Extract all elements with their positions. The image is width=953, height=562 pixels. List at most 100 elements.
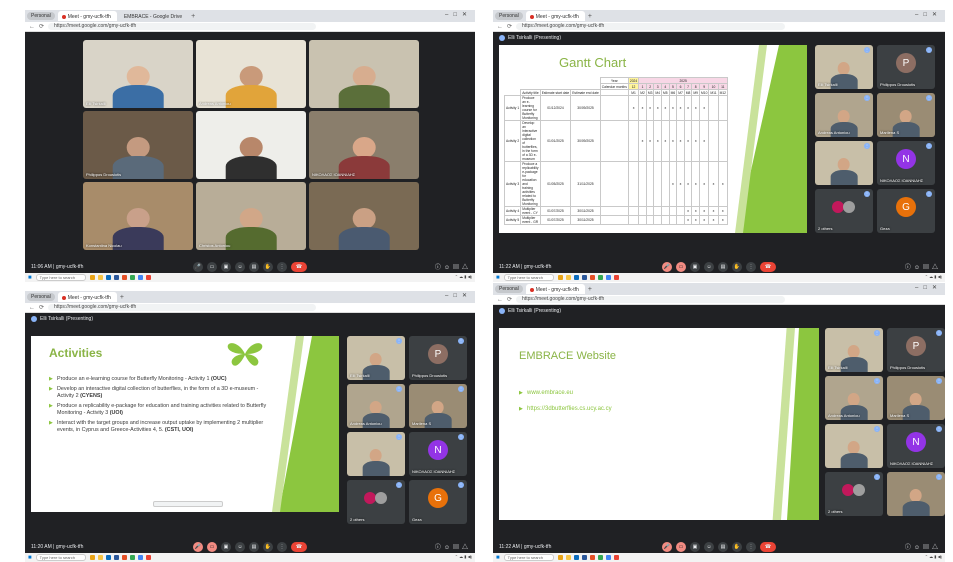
profile-button[interactable]: Personal [495, 12, 523, 20]
windows-start-icon[interactable]: ■ [496, 275, 500, 281]
more-icon[interactable]: ⋮ [277, 262, 287, 272]
mic-icon[interactable]: 🎤 [193, 542, 203, 552]
mic-icon[interactable]: 🎤 [662, 262, 672, 272]
new-tab-icon[interactable]: + [191, 13, 195, 20]
video-tile[interactable]: Andreas Antoniou [196, 40, 306, 108]
video-tile[interactable]: ΝΙΚΟΛΑΟΣ ΙΟΑΝΝΙΔΗΣ [309, 111, 419, 179]
camera-icon[interactable]: ▭ [676, 542, 686, 552]
tile-menu-icon[interactable]: ⋮ [864, 191, 870, 197]
participant-tile[interactable]: ⋮ Elli Tsirkalli [347, 336, 405, 380]
url-field[interactable]: https://meet.google.com/gmy-ucfk-tfh [516, 23, 785, 30]
new-tab-icon[interactable]: + [588, 286, 592, 293]
hand-icon[interactable]: ✋ [263, 262, 273, 272]
participant-tile[interactable]: ⋮ Elli Tsirkalli [825, 328, 883, 372]
tile-menu-icon[interactable]: ⋮ [396, 386, 402, 392]
tile-menu-icon[interactable]: ⋮ [926, 191, 932, 197]
hand-icon[interactable]: ✋ [732, 262, 742, 272]
windows-start-icon[interactable]: ■ [496, 555, 500, 561]
captions-icon[interactable]: ▤ [718, 262, 728, 272]
window-controls[interactable]: –□✕ [915, 11, 942, 18]
meet-side-controls[interactable]: ⓘ☺▤△ [435, 542, 471, 551]
participant-tile[interactable]: ⋮ [347, 432, 405, 476]
leave-call-button[interactable]: ☎ [291, 542, 307, 552]
meet-side-controls[interactable]: ⓘ☺▤△ [905, 542, 941, 551]
participant-tile[interactable]: G ⋮ Geza [409, 480, 467, 524]
video-tile[interactable]: Elli Tsirkalli [83, 40, 193, 108]
participant-tile[interactable]: ⋮ Andreas Antoniou [825, 376, 883, 420]
profile-button[interactable]: Personal [27, 12, 55, 20]
tile-menu-icon[interactable]: ⋮ [926, 143, 932, 149]
url-field[interactable]: https://meet.google.com/gmy-ucfk-tfh [48, 23, 316, 30]
captions-icon[interactable]: ▤ [249, 262, 259, 272]
tile-menu-icon[interactable]: ⋮ [864, 143, 870, 149]
system-tray[interactable]: ⌃ ☁ ▮ ◀) [455, 274, 472, 279]
tab-drive[interactable]: EMBRACE - Google Drive [120, 11, 188, 21]
emoji-icon[interactable]: ☺ [235, 542, 245, 552]
video-tile[interactable]: Christos Antoniou [196, 182, 306, 250]
mic-icon[interactable]: 🎤 [662, 542, 672, 552]
captions-icon[interactable]: ▤ [249, 542, 259, 552]
tile-menu-icon[interactable]: ⋮ [936, 474, 942, 480]
more-icon[interactable]: ⋮ [746, 262, 756, 272]
present-icon[interactable]: ▣ [221, 262, 231, 272]
tab-meet[interactable]: Meet - gmy-ucfk-tfh [525, 284, 585, 294]
participant-tile[interactable]: N ⋮ ΝΙΚΟΛΑΟΣ ΙΟΑΝΝΙΔΗΣ [887, 424, 945, 468]
participant-tile[interactable]: G ⋮ Geza [877, 189, 935, 233]
taskbar-search[interactable]: Type here to search [35, 274, 86, 281]
participant-tile[interactable]: ⋮ Andreas Antoniou [815, 93, 873, 137]
meet-side-controls[interactable]: ⓘ☺▤△ [905, 262, 941, 271]
tile-menu-icon[interactable]: ⋮ [458, 482, 464, 488]
participant-tile[interactable]: ⋮ [825, 424, 883, 468]
tab-meet[interactable]: Meet - gmy-ucfk-tfh [525, 11, 585, 21]
participant-tile[interactable]: N ⋮ ΝΙΚΟΛΑΟΣ ΙΟΑΝΝΙΔΗΣ [409, 432, 467, 476]
captions-icon[interactable]: ▤ [718, 542, 728, 552]
tile-menu-icon[interactable]: ⋮ [874, 426, 880, 432]
taskbar-apps[interactable] [557, 275, 619, 280]
participant-tile[interactable]: P ⋮ Philippos Drousiotis [887, 328, 945, 372]
taskbar-search[interactable]: Type here to search [503, 554, 554, 561]
participant-tile[interactable]: P ⋮ Philippos Drousiotis [409, 336, 467, 380]
website-link[interactable]: www.embrace.eu [519, 390, 612, 396]
more-icon[interactable]: ⋮ [277, 542, 287, 552]
hand-icon[interactable]: ✋ [732, 542, 742, 552]
window-controls[interactable]: –□✕ [915, 284, 942, 291]
tile-menu-icon[interactable]: ⋮ [926, 47, 932, 53]
taskbar-search[interactable]: Type here to search [503, 274, 554, 281]
leave-call-button[interactable]: ☎ [291, 262, 307, 272]
tile-menu-icon[interactable]: ⋮ [874, 474, 880, 480]
system-tray[interactable]: ⌃ ☁ ▮ ◀) [455, 554, 472, 559]
tile-menu-icon[interactable]: ⋮ [396, 434, 402, 440]
present-icon[interactable]: ▣ [221, 542, 231, 552]
back-icon[interactable]: ← [29, 305, 35, 311]
tile-menu-icon[interactable]: ⋮ [936, 378, 942, 384]
reload-icon[interactable]: ⟳ [507, 296, 512, 303]
website-link[interactable]: https://3dbutterflies.cs.ucy.ac.cy [519, 406, 612, 412]
present-icon[interactable]: ▣ [690, 542, 700, 552]
video-tile[interactable] [309, 182, 419, 250]
meet-side-controls[interactable]: ⓘ☺▤△ [435, 262, 471, 271]
taskbar-apps[interactable] [89, 275, 151, 280]
participant-tile[interactable]: ⋮ Marilena S [877, 93, 935, 137]
url-field[interactable]: https://meet.google.com/gmy-ucfk-tfh [48, 304, 316, 311]
tile-menu-icon[interactable]: ⋮ [874, 330, 880, 336]
participant-tile[interactable]: ⋮ 2 others [825, 472, 883, 516]
participant-tile[interactable]: P ⋮ Philippos Drousiotis [877, 45, 935, 89]
back-icon[interactable]: ← [29, 24, 35, 30]
camera-icon[interactable]: ▭ [207, 542, 217, 552]
reload-icon[interactable]: ⟳ [39, 304, 44, 311]
windows-start-icon[interactable]: ■ [28, 555, 32, 561]
video-tile[interactable]: Philippos Drousiotis [83, 111, 193, 179]
camera-icon[interactable]: ▭ [676, 262, 686, 272]
tab-meet[interactable]: Meet - gmy-ucfk-tfh [57, 11, 117, 21]
video-tile[interactable]: Konstantina Nicolau [83, 182, 193, 250]
leave-call-button[interactable]: ☎ [760, 542, 776, 552]
back-icon[interactable]: ← [497, 297, 503, 303]
tile-menu-icon[interactable]: ⋮ [936, 426, 942, 432]
tile-menu-icon[interactable]: ⋮ [396, 482, 402, 488]
new-tab-icon[interactable]: + [120, 294, 124, 301]
participant-tile[interactable]: ⋮ Marilena S [409, 384, 467, 428]
profile-button[interactable]: Personal [495, 285, 523, 293]
emoji-icon[interactable]: ☺ [704, 542, 714, 552]
tile-menu-icon[interactable]: ⋮ [936, 330, 942, 336]
back-icon[interactable]: ← [497, 24, 503, 30]
